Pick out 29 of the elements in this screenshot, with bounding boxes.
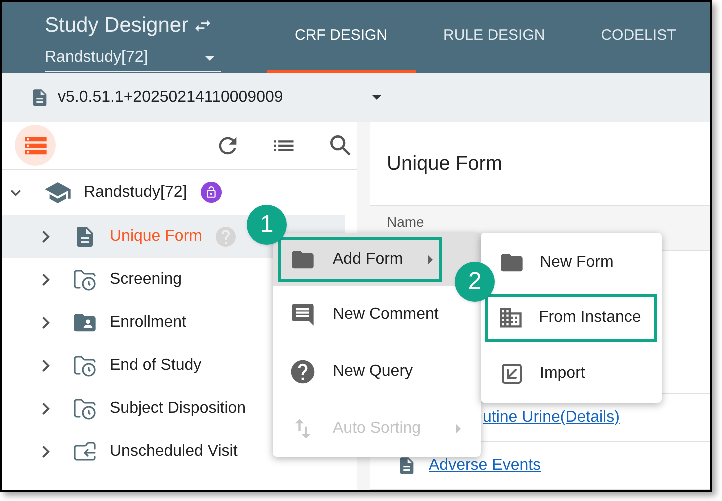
callout-number: 1 [247, 205, 287, 245]
nav-tab[interactable]: RULE DESIGN [416, 2, 574, 73]
import-icon [500, 362, 524, 386]
menu-item[interactable]: Import [498, 346, 586, 401]
column-header: Name [387, 212, 424, 232]
form-link[interactable]: utine Urine(Details) [483, 406, 620, 430]
study-select[interactable]: Randstudy[72] [45, 46, 221, 72]
tree-item-label: Screening [110, 270, 182, 290]
tree-item-label: Unique Form [110, 226, 202, 246]
menu-item[interactable]: Add Form [278, 237, 442, 282]
nav-tab[interactable]: CODELIST [573, 2, 704, 73]
database-icon[interactable] [15, 125, 56, 166]
menu-item[interactable]: New Form [498, 235, 614, 290]
help-icon [289, 358, 317, 386]
comment-icon [290, 302, 316, 328]
caret-icon [205, 56, 215, 60]
tree-item-label: Enrollment [110, 312, 186, 332]
menu-item[interactable]: New Query [273, 343, 481, 400]
tree-item-label: Unscheduled Visit [110, 442, 238, 462]
caret-icon [372, 95, 382, 100]
folder-clock-icon [73, 396, 97, 420]
folder-clock-icon [73, 354, 97, 378]
tree-item[interactable]: Randstudy[72] [84, 180, 188, 204]
app-title: Study Designer [45, 13, 189, 39]
detail-title: Unique Form [387, 152, 503, 177]
tree-item-label: End of Study [110, 356, 202, 376]
folder-arrow-icon [73, 440, 97, 464]
folder-clock-icon [73, 268, 97, 292]
tree-item-label: Subject Disposition [110, 398, 246, 418]
